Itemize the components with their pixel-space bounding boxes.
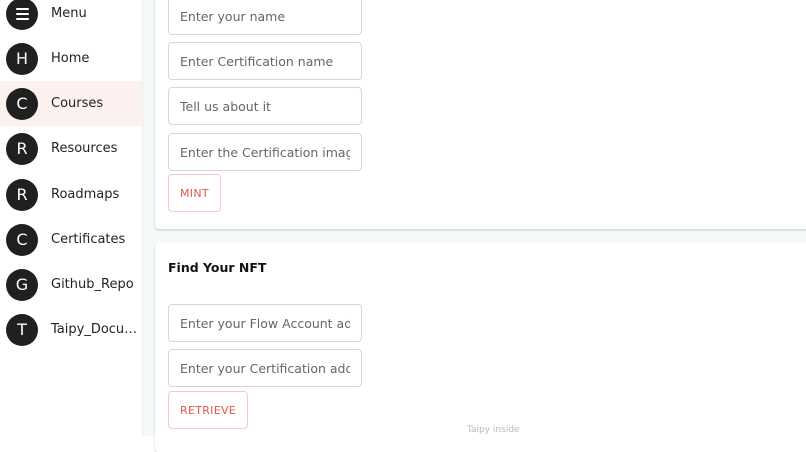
sidebar-item-label: Roadmaps [51, 187, 120, 202]
sidebar-item-certificates[interactable]: C Certificates [0, 217, 142, 262]
avatar: H [6, 42, 38, 75]
sidebar-item-label: Resources [51, 141, 118, 156]
sidebar-item-home[interactable]: H Home [0, 36, 142, 81]
avatar: R [6, 178, 38, 211]
mint-button[interactable]: MINT [168, 174, 221, 212]
find-nft-card: Find Your NFT RETRIEVE [155, 242, 806, 452]
sidebar-item-label: Github_Repo [51, 277, 134, 292]
sidebar-item-courses[interactable]: C Courses [0, 81, 142, 126]
sidebar-item-resources[interactable]: R Resources [0, 126, 142, 171]
mint-card: MINT [155, 0, 806, 229]
main-content: MINT Find Your NFT RETRIEVE Taipy inside [143, 0, 806, 452]
avatar: R [6, 132, 38, 165]
section-title: Find Your NFT [168, 260, 267, 275]
hamburger-menu-icon[interactable] [6, 0, 38, 30]
sidebar-item-taipy-documentation[interactable]: T Taipy_Docum... [0, 307, 142, 352]
sidebar-item-label: Certificates [51, 232, 126, 247]
sidebar-item-menu[interactable]: Menu [0, 0, 142, 36]
flow-account-input[interactable] [168, 304, 362, 342]
retrieve-button[interactable]: RETRIEVE [168, 391, 249, 429]
sidebar-item-roadmaps[interactable]: R Roadmaps [0, 172, 142, 217]
sidebar-item-label: Home [51, 51, 90, 66]
certification-image-input[interactable] [168, 133, 362, 171]
description-input[interactable] [168, 87, 362, 125]
taipy-inside-footer: Taipy inside [467, 425, 520, 435]
name-input[interactable] [168, 0, 362, 35]
avatar: C [6, 87, 38, 120]
avatar: T [6, 313, 38, 346]
sidebar-item-label: Menu [51, 6, 87, 21]
sidebar-item-github-repo[interactable]: G Github_Repo [0, 262, 142, 307]
certification-name-input[interactable] [168, 42, 362, 80]
certification-address-input[interactable] [168, 349, 362, 387]
avatar: G [6, 268, 38, 301]
sidebar-item-label: Taipy_Docum... [51, 322, 139, 337]
avatar: C [6, 223, 38, 256]
sidebar-item-label: Courses [51, 96, 104, 111]
sidebar: Menu H Home C Courses R Resources R Road… [0, 0, 143, 436]
